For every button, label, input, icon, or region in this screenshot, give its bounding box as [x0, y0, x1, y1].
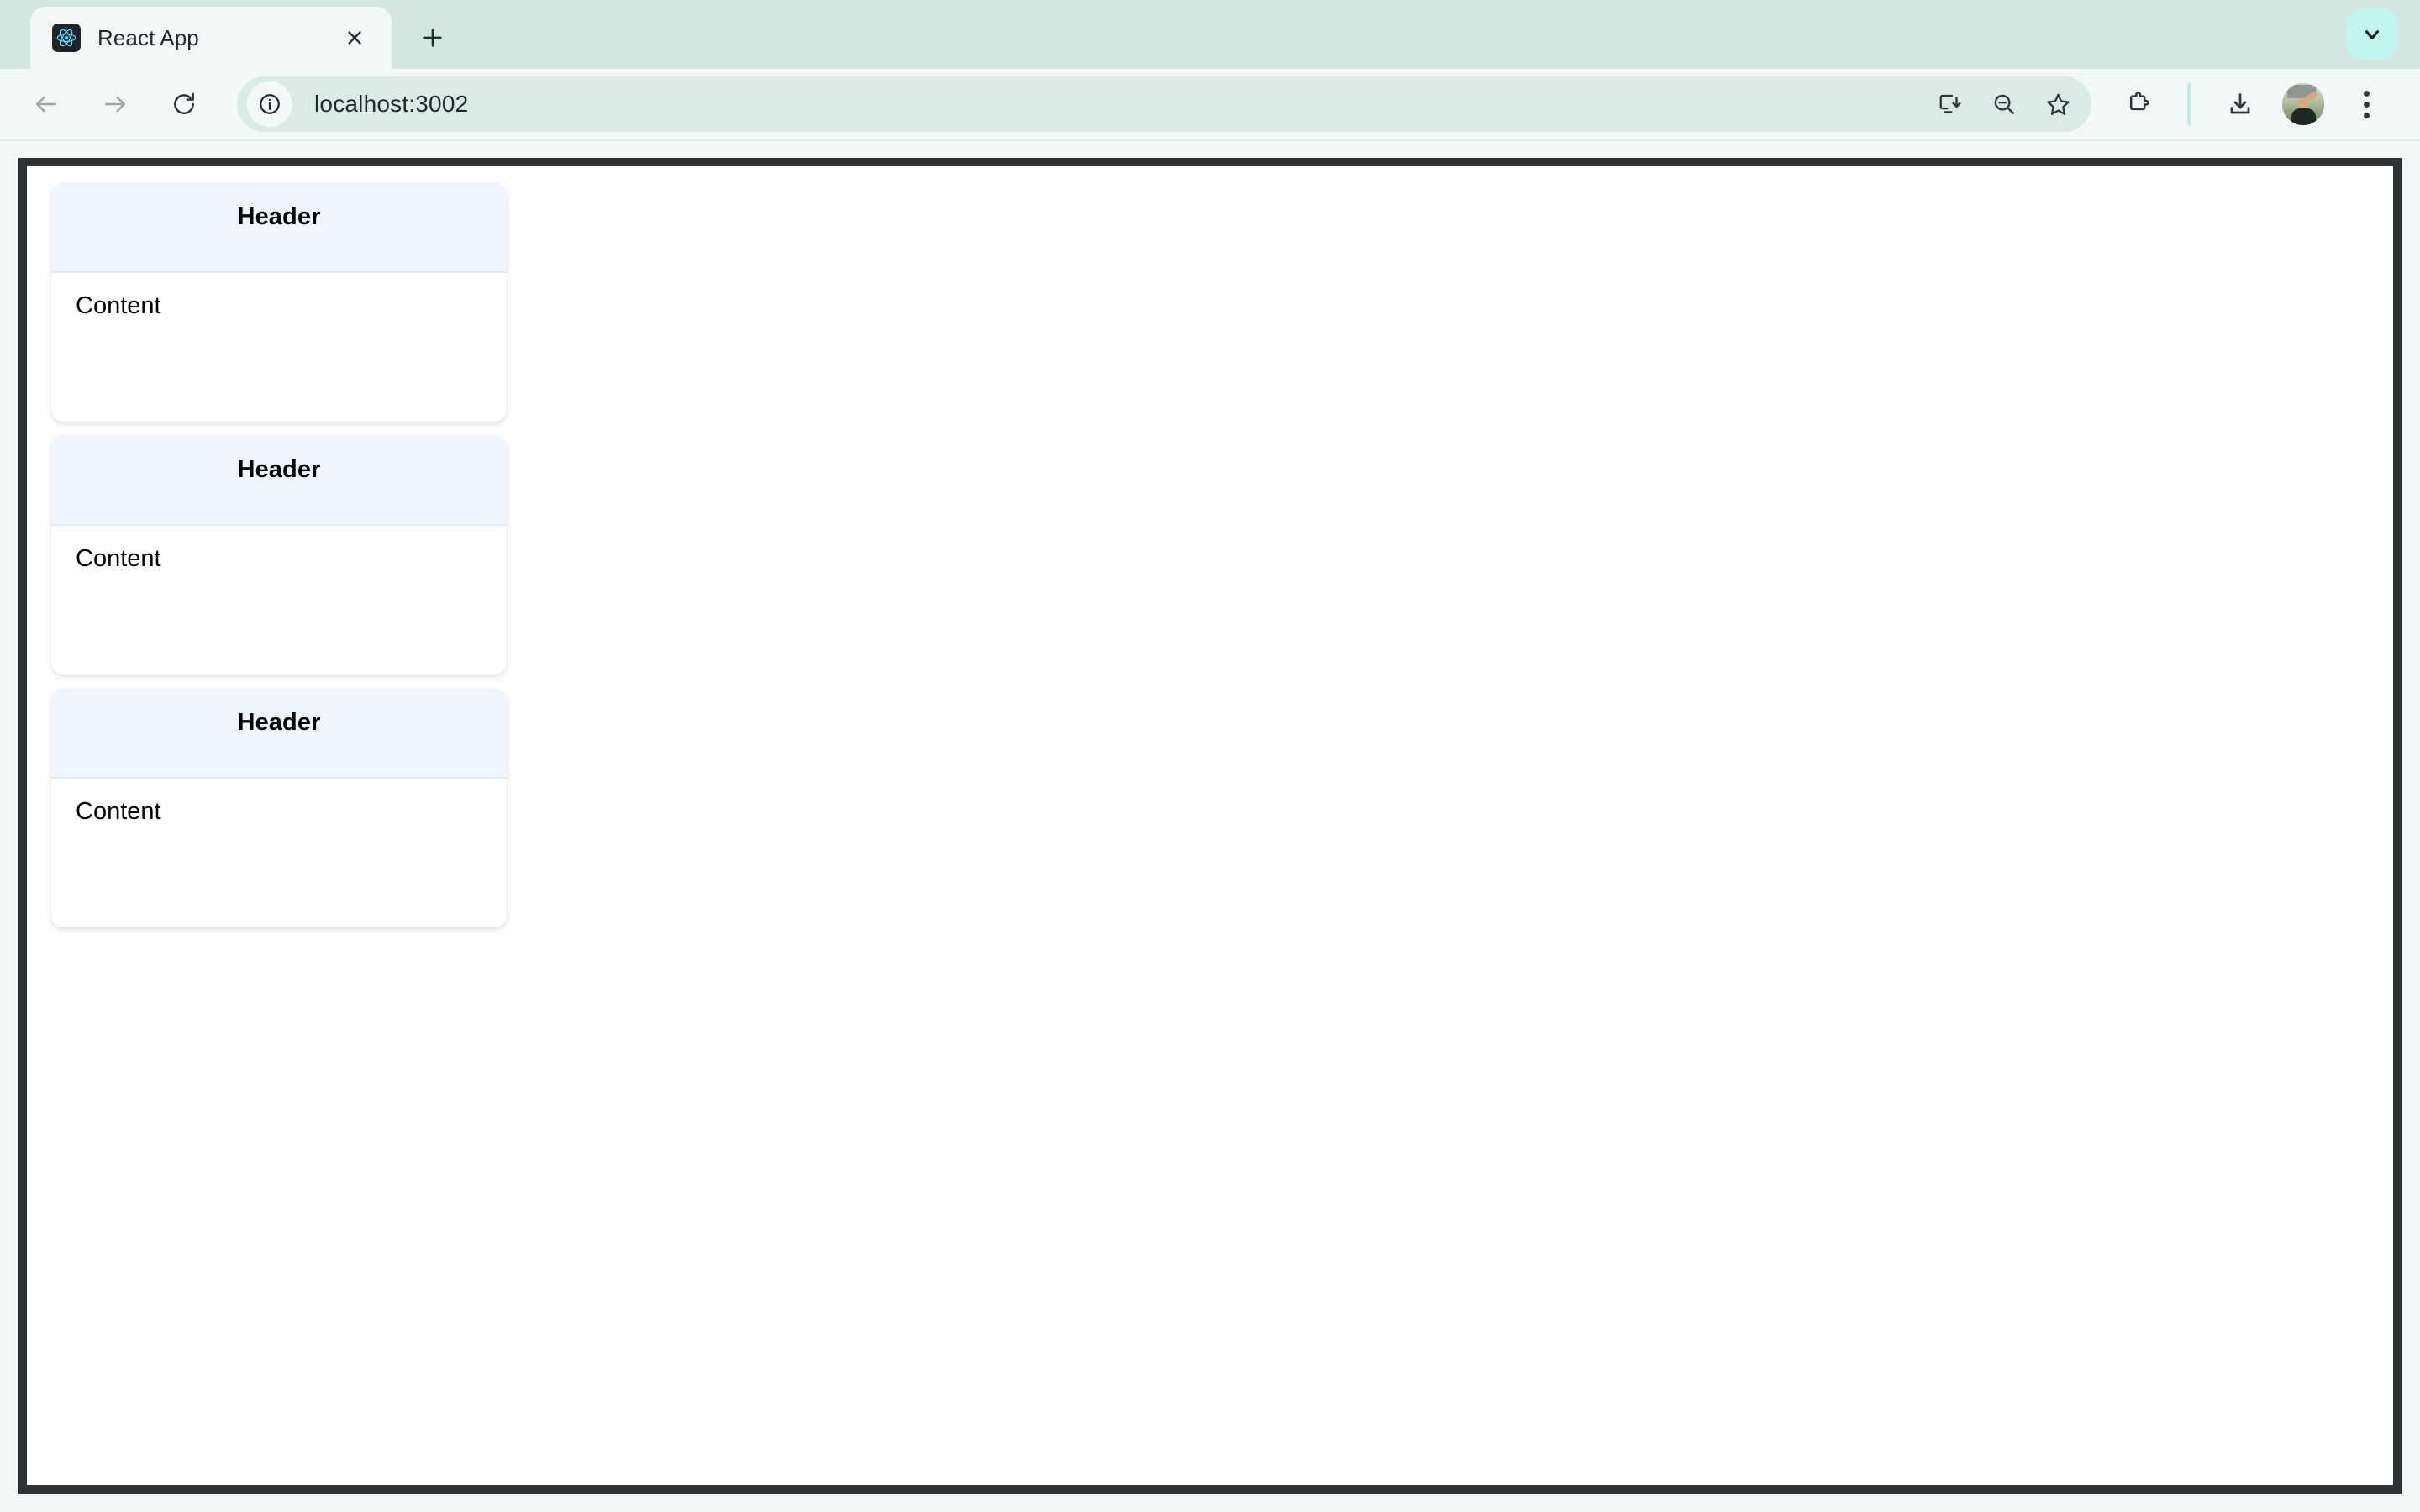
card-body: Content	[51, 273, 507, 422]
browser-tab-react-app[interactable]: React App	[30, 7, 392, 69]
card-body: Content	[51, 526, 507, 675]
reload-icon[interactable]	[155, 75, 213, 134]
card-body-text: Content	[76, 292, 161, 319]
card-stack: Header Content Header Content Header Con…	[27, 183, 2393, 927]
card[interactable]: Header Content	[51, 183, 507, 422]
plus-icon[interactable]	[407, 12, 459, 64]
card-header-title: Header	[237, 709, 321, 736]
react-app-root: Header Content Header Content Header Con…	[27, 166, 2393, 1485]
card-header-title: Header	[237, 203, 321, 230]
extensions-puzzle-icon[interactable]	[2110, 76, 2167, 133]
chevron-down-icon[interactable]	[2346, 8, 2398, 60]
omnibox-actions	[1923, 77, 2091, 131]
url-text: localhost:3002	[314, 91, 469, 117]
card-header: Header	[51, 183, 507, 273]
toolbar-divider	[2187, 82, 2191, 126]
tab-title: React App	[97, 24, 199, 50]
three-dot-menu-icon[interactable]	[2338, 76, 2395, 133]
card-body: Content	[51, 779, 507, 927]
card-header: Header	[51, 436, 507, 526]
download-icon[interactable]	[2212, 76, 2269, 133]
info-circle-icon[interactable]	[247, 81, 292, 127]
toolbar-right-actions	[2107, 76, 2398, 133]
browser-window: React App localhost:3002 Header Content …	[0, 0, 2420, 1512]
close-icon[interactable]	[336, 19, 373, 56]
react-logo-icon	[52, 24, 81, 52]
profile-avatar[interactable]	[2282, 83, 2324, 125]
card[interactable]: Header Content	[51, 436, 507, 675]
star-bookmark-icon[interactable]	[2031, 77, 2085, 131]
viewport-wrapper: Header Content Header Content Header Con…	[0, 141, 2420, 1512]
card-header: Header	[51, 689, 507, 779]
browser-toolbar: localhost:3002	[0, 69, 2420, 141]
card-body-text: Content	[76, 798, 161, 825]
card-header-title: Header	[237, 456, 321, 483]
install-page-icon[interactable]	[1923, 77, 1977, 131]
arrow-right-icon[interactable]	[86, 75, 145, 134]
zoom-out-icon[interactable]	[1977, 77, 2031, 131]
address-bar[interactable]: localhost:3002	[237, 76, 2091, 132]
tab-strip: React App	[0, 0, 2420, 69]
card-body-text: Content	[76, 545, 161, 572]
page-viewport: Header Content Header Content Header Con…	[18, 158, 2402, 1494]
card[interactable]: Header Content	[51, 689, 507, 927]
arrow-left-icon[interactable]	[17, 75, 76, 134]
